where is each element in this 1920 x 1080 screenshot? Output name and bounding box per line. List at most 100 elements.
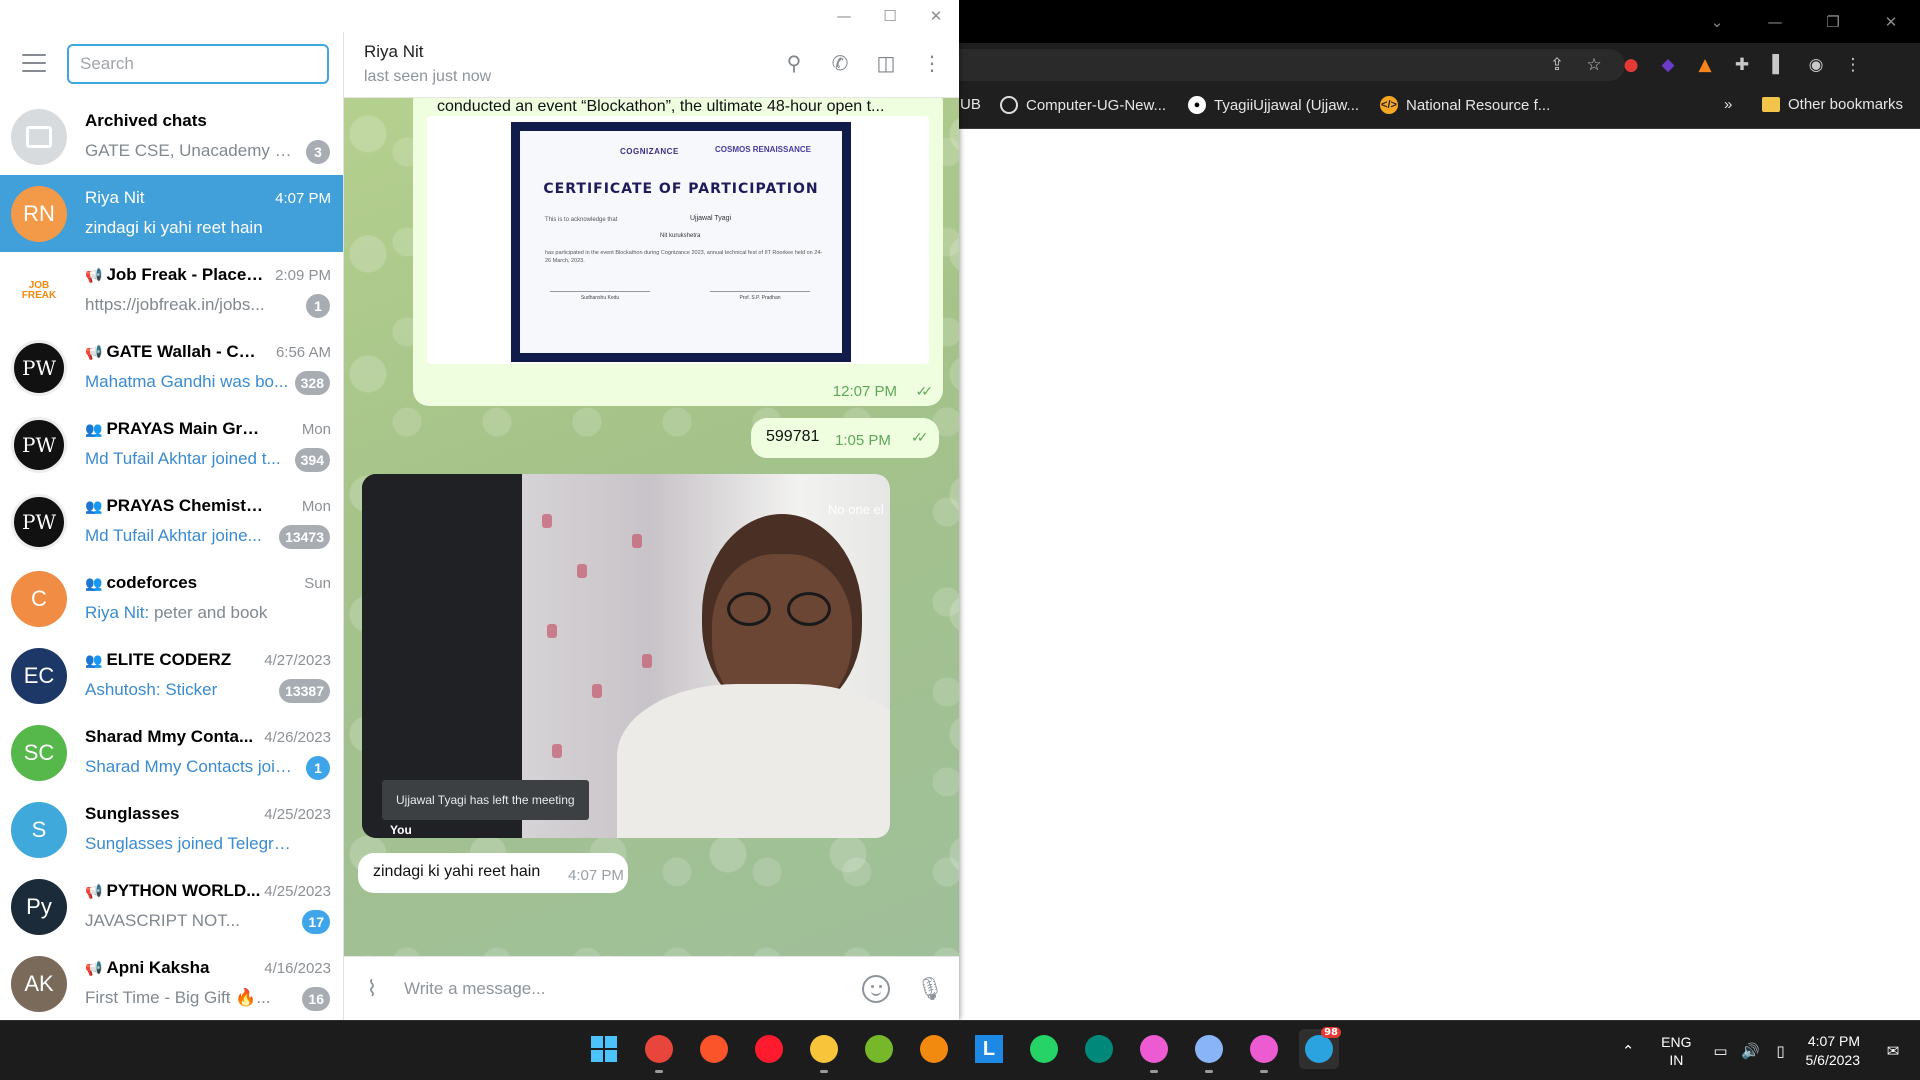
pink-app-icon[interactable] (1134, 1029, 1174, 1073)
more-options-icon[interactable]: ⋮ (919, 50, 945, 76)
avatar: C (11, 571, 67, 627)
settings-icon[interactable] (1189, 1029, 1229, 1073)
unread-badge: 3 (306, 140, 330, 164)
restore-icon[interactable]: ❐ (1804, 0, 1862, 43)
chat-list-item[interactable]: EC 👥 ELITE CODERZ 4/27/2023 Ashutosh: Sticke… (0, 637, 343, 714)
chat-list-item[interactable]: RN Riya Nit 4:07 PM zindagi ki yahi reet ha… (0, 175, 343, 252)
chat-name: PRAYAS Main Group (106, 419, 265, 438)
chat-list-item[interactable]: AK 📢 Apni Kaksha 4/16/2023 First Time - Big … (0, 945, 343, 1020)
notification-icon[interactable]: ✉ (1880, 1042, 1906, 1060)
avatar: S (11, 802, 67, 858)
sidepanel-icon[interactable]: ▌ (1767, 53, 1791, 77)
avatar: RN (11, 186, 67, 242)
extension-purple-icon[interactable]: ◆ (1656, 53, 1680, 77)
chat-name: PYTHON WORLD... (106, 881, 261, 900)
bookmark-item[interactable]: Other bookmarks (1762, 96, 1903, 113)
chat-list-item[interactable]: JOB FREAK 📢 Job Freak - Placem... 2:09 PM htt… (0, 252, 343, 329)
chevron-up-icon[interactable]: ⌃ (1615, 1042, 1641, 1060)
megaphone-icon: 📢 (85, 268, 103, 284)
chat-preview: peter and book (153, 603, 268, 622)
chat-preview: GATE CSE, Unacademy GA... (85, 141, 295, 160)
chat-list-item[interactable]: C 👥 codeforces Sun Riya Nit: peter and book (0, 560, 343, 637)
text-message[interactable]: zindagi ki yahi reet hain 4:07 PM (358, 853, 628, 893)
vlc-icon[interactable] (914, 1029, 954, 1069)
close-icon[interactable]: ✕ (913, 0, 959, 32)
puzzle-icon[interactable]: ✚ (1730, 53, 1754, 77)
volume-icon[interactable]: 🔊 (1738, 1042, 1764, 1060)
chat-list-item[interactable]: PW 👥 PRAYAS Main Group Mon Md Tufail Akhtar … (0, 406, 343, 483)
bookmark-item[interactable]: </> National Resource f... (1380, 96, 1550, 114)
telegram-icon[interactable]: 98 (1299, 1027, 1341, 1069)
message-area[interactable]: conducted an event “Blockathon”, the ult… (344, 98, 959, 956)
extension-red-icon[interactable]: ● (1619, 53, 1643, 77)
phone-icon[interactable]: ✆ (827, 50, 853, 76)
archived-chats-item[interactable]: Archived chats GATE CSE, Unacademy GA... 3 (0, 98, 343, 175)
star-icon[interactable]: ☆ (1582, 53, 1606, 77)
chat-sender: Riya Nit: (85, 603, 154, 622)
kebab-menu-icon[interactable]: ⋮ (1841, 53, 1865, 77)
chat-preview: Mahatma Gandhi was bo... (85, 372, 289, 391)
text-message[interactable]: 599781 1:05 PM ✓✓ (751, 418, 939, 458)
chrome-icon[interactable] (639, 1029, 679, 1073)
chat-header[interactable]: Riya Nit last seen just now ⚲ ✆ ◫ ⋮ (344, 32, 959, 98)
avatar[interactable]: ◉ (1804, 53, 1828, 77)
l-app-icon[interactable]: L (969, 1029, 1009, 1069)
image-message[interactable]: conducted an event “Blockathon”, the ult… (413, 98, 943, 406)
battery-icon[interactable]: ▯ (1768, 1042, 1794, 1060)
bookmarks-overflow-button[interactable]: » (1724, 96, 1732, 113)
chat-list-item[interactable]: PW 👥PRAYAS Chemistry Do... Mon Md Tufail Ak… (0, 483, 343, 560)
chat-list-item[interactable]: Py 📢 PYTHON WORLD... 4/25/2023 JAVASCRIPT NO… (0, 868, 343, 945)
emoji-icon[interactable] (862, 975, 890, 1003)
search-icon[interactable]: ⚲ (781, 50, 807, 76)
share-icon[interactable]: ⇪ (1545, 53, 1569, 77)
language-indicator[interactable]: ENG IN (1661, 1033, 1691, 1069)
sidebar-toggle-icon[interactable]: ◫ (873, 50, 899, 76)
unread-badge: 394 (294, 448, 330, 472)
chat-name: GATE Wallah - Com... (106, 342, 265, 361)
brave-icon[interactable] (694, 1029, 734, 1069)
unread-badge: 16 (302, 987, 330, 1011)
file-explorer-icon[interactable] (804, 1029, 844, 1073)
chat-time: 4/25/2023 (264, 806, 331, 823)
photo-message[interactable]: No one el Ujjawal Tyagi has left the mee… (362, 474, 890, 838)
avatar: AK (11, 956, 67, 1012)
utorrent-icon[interactable] (859, 1029, 899, 1069)
start-icon[interactable] (584, 1029, 624, 1069)
address-bar[interactable] (940, 49, 1625, 81)
whatsapp-icon[interactable] (1024, 1029, 1064, 1069)
chat-list-item[interactable]: SC Sharad Mmy Conta... 4/26/2023 Sharad Mmy… (0, 714, 343, 791)
certificate-image[interactable]: COGNIZANCE COSMOS RENAISSANCE CERTIFICAT… (511, 122, 851, 362)
opera-icon[interactable] (749, 1029, 789, 1069)
microphone-icon[interactable]: 🎙 (916, 973, 944, 1005)
avatar: JOB FREAK (11, 263, 67, 319)
message-input[interactable] (404, 971, 804, 1007)
hamburger-menu-icon[interactable] (22, 54, 46, 72)
group-icon: 👥 (85, 499, 103, 515)
bookmark-item[interactable]: UB (960, 96, 981, 113)
chat-list-item[interactable]: S Sunglasses 4/25/2023 Sunglasses joined Te… (0, 791, 343, 868)
pink-app-2-icon[interactable] (1244, 1029, 1284, 1073)
telegram-window: — ☐ ✕ Archived chats GATE CSE, Unacademy … (0, 0, 959, 1020)
close-icon[interactable]: ✕ (1862, 0, 1920, 43)
avatar: PW (11, 494, 67, 550)
megaphone-icon: 📢 (85, 345, 103, 361)
globe-icon (1000, 96, 1018, 114)
bookmark-item[interactable]: ● TyagiiUjjawal (Ujjaw... (1188, 96, 1359, 114)
network-icon[interactable]: ▭ (1708, 1042, 1734, 1060)
chat-name: PRAYAS Chemistry Do... (106, 496, 265, 515)
minimize-icon[interactable]: — (1746, 0, 1804, 43)
search-input[interactable] (67, 44, 329, 84)
chat-list-item[interactable]: PW 📢 GATE Wallah - Com... 6:56 AM Mahatma Ga… (0, 329, 343, 406)
chat-time: 4/27/2023 (264, 652, 331, 669)
minimize-icon[interactable]: — (821, 0, 867, 32)
metamask-icon[interactable]: ▲ (1693, 53, 1717, 77)
paperclip-icon[interactable]: ⌇ (358, 975, 386, 1003)
peer-name[interactable]: Riya Nit (364, 42, 424, 62)
maximize-icon[interactable]: ☐ (867, 0, 913, 32)
message-time: 1:05 PM (835, 432, 891, 449)
chat-time: 4/26/2023 (264, 729, 331, 746)
bookmark-item[interactable]: Computer-UG-New... (1000, 96, 1166, 114)
meet-icon[interactable] (1079, 1029, 1119, 1069)
chevron-down-icon[interactable]: ⌄ (1688, 0, 1746, 43)
clock[interactable]: 4:07 PM 5/6/2023 (1806, 1032, 1861, 1070)
